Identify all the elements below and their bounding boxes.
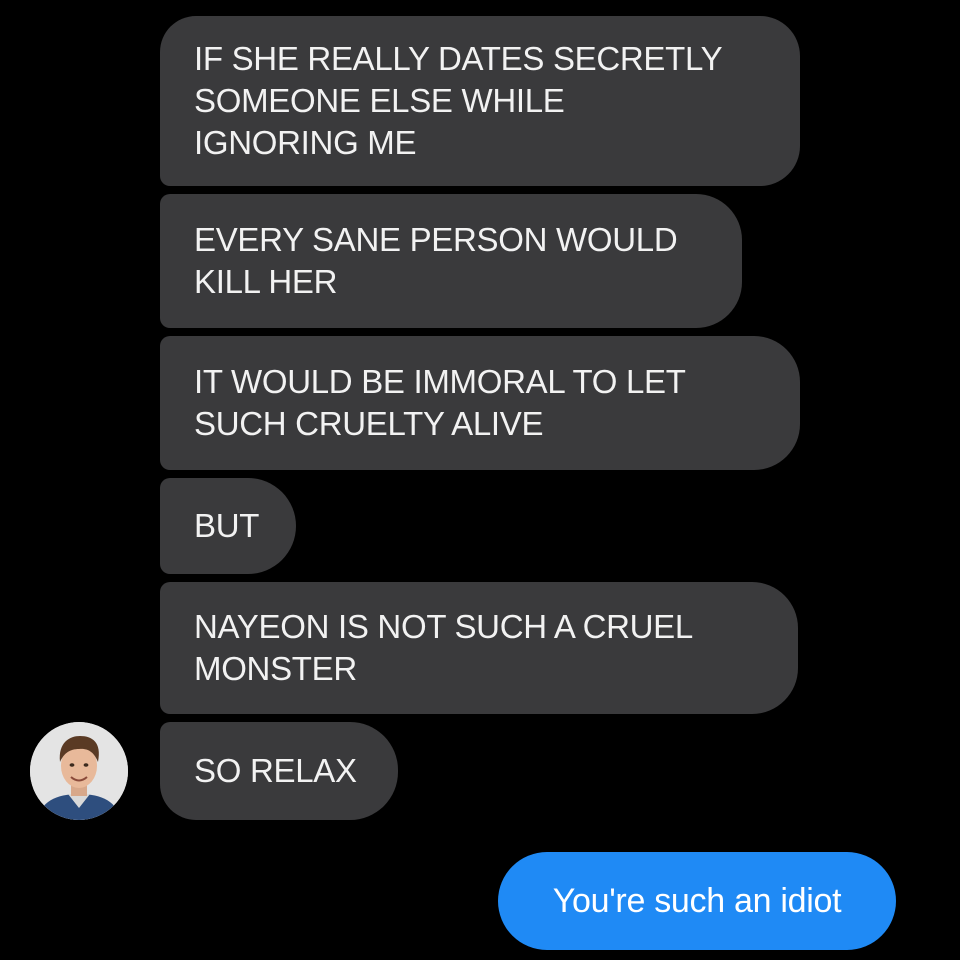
message-line: IT WOULD BE IMMORAL TO LET xyxy=(194,363,686,400)
contact-avatar[interactable] xyxy=(30,722,128,820)
message-text: IT WOULD BE IMMORAL TO LET SUCH CRUELTY … xyxy=(194,361,686,445)
message-line: EVERY SANE PERSON WOULD xyxy=(194,221,678,258)
message-line: BUT xyxy=(194,507,260,544)
message-thread: IF SHE REALLY DATES SECRETLY SOMEONE ELS… xyxy=(0,0,960,960)
outgoing-message-bubble[interactable]: You're such an idiot xyxy=(498,852,896,950)
message-line: KILL HER xyxy=(194,263,338,300)
message-text: EVERY SANE PERSON WOULD KILL HER xyxy=(194,219,678,303)
incoming-message-bubble[interactable]: EVERY SANE PERSON WOULD KILL HER xyxy=(160,194,742,328)
incoming-message-bubble[interactable]: NAYEON IS NOT SUCH A CRUEL MONSTER xyxy=(160,582,798,714)
incoming-message-bubble[interactable]: IT WOULD BE IMMORAL TO LET SUCH CRUELTY … xyxy=(160,336,800,470)
incoming-message-bubble[interactable]: SO RELAX xyxy=(160,722,398,820)
message-text: BUT xyxy=(194,505,259,547)
incoming-message-bubble[interactable]: BUT xyxy=(160,478,296,574)
message-line: SOMEONE ELSE WHILE xyxy=(194,82,565,119)
message-text: You're such an idiot xyxy=(552,881,842,920)
message-line: NAYEON IS NOT SUCH A CRUEL xyxy=(194,608,693,645)
message-line: MONSTER xyxy=(194,650,357,687)
message-line: SO RELAX xyxy=(194,752,357,789)
message-line: SUCH CRUELTY ALIVE xyxy=(194,405,544,442)
contact-avatar-photo-icon xyxy=(30,722,128,820)
message-text: NAYEON IS NOT SUCH A CRUEL MONSTER xyxy=(194,606,693,690)
message-line: IF SHE REALLY DATES SECRETLY xyxy=(194,40,723,77)
message-text: IF SHE REALLY DATES SECRETLY SOMEONE ELS… xyxy=(194,38,723,164)
incoming-message-bubble[interactable]: IF SHE REALLY DATES SECRETLY SOMEONE ELS… xyxy=(160,16,800,186)
message-line: IGNORING ME xyxy=(194,124,417,161)
message-text: SO RELAX xyxy=(194,750,357,792)
